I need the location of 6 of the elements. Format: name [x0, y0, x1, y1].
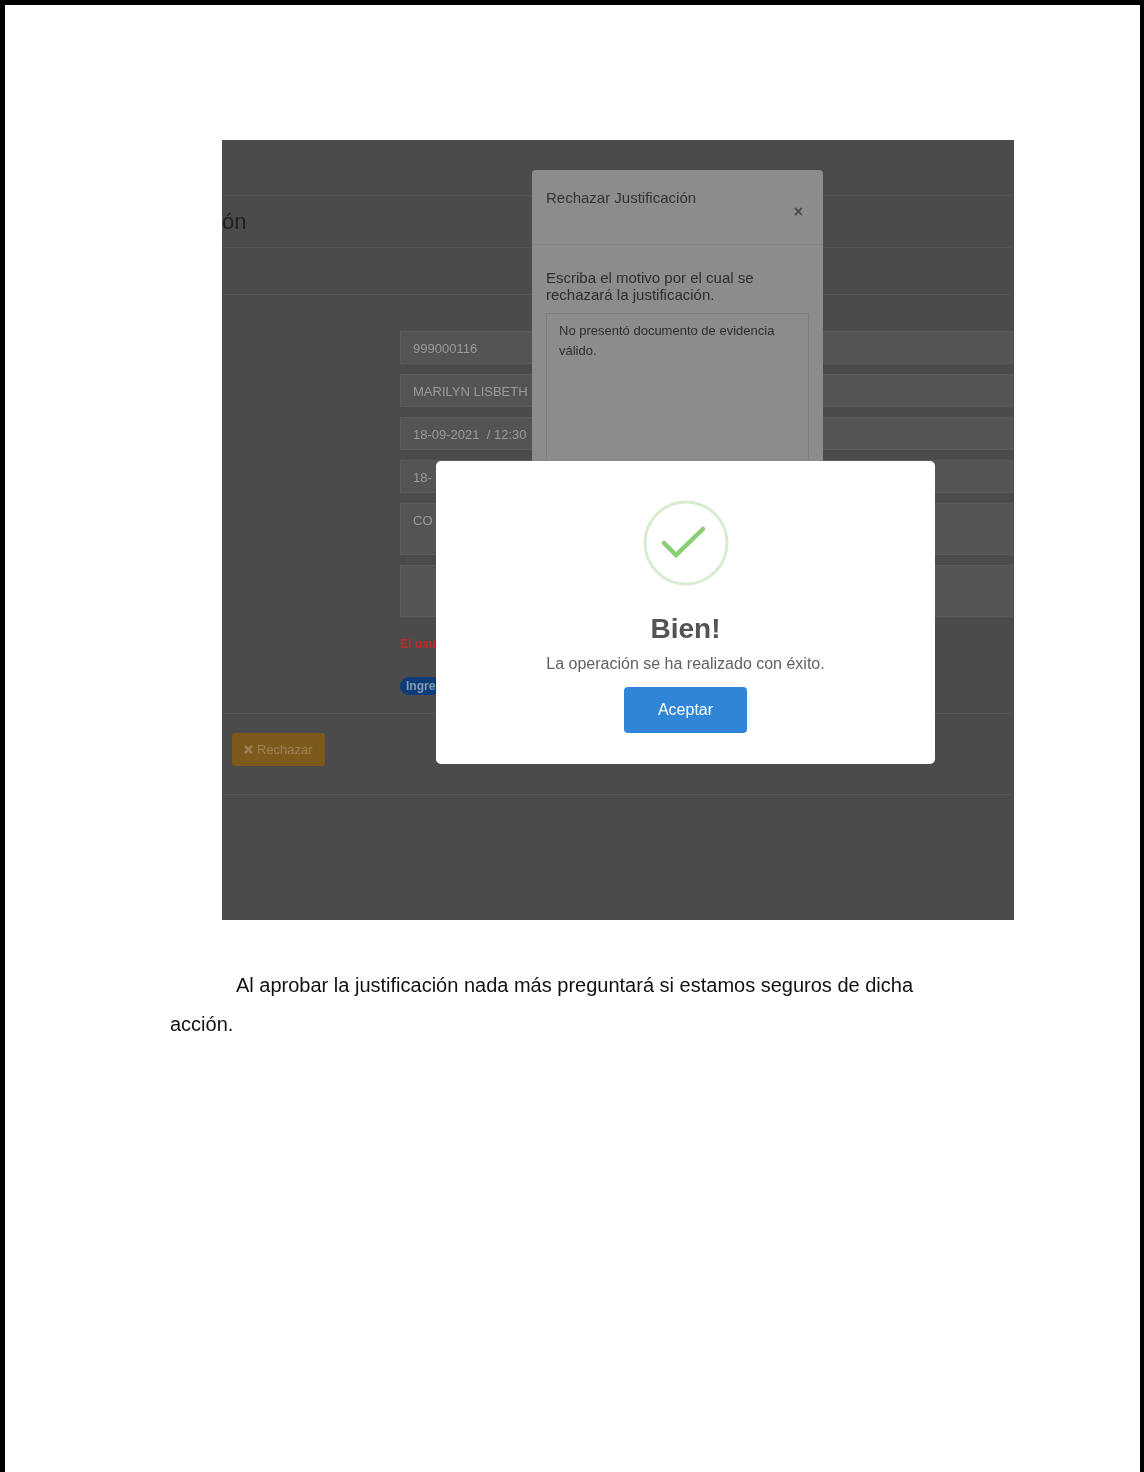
dialog-title: Bien!	[650, 612, 721, 646]
dialog-title: Rechazar Justificación	[546, 189, 697, 206]
warning-text: El usu	[400, 636, 436, 653]
dialog-prompt: Escriba el motivo por el cual se rechazará la justificación.	[546, 269, 755, 303]
dialog-message: La operación se ha realizado con éxito.	[546, 654, 825, 674]
body-paragraph: Al aprobar la justificación nada más preguntará si estamos seguros de dicha acción.	[170, 973, 915, 1037]
